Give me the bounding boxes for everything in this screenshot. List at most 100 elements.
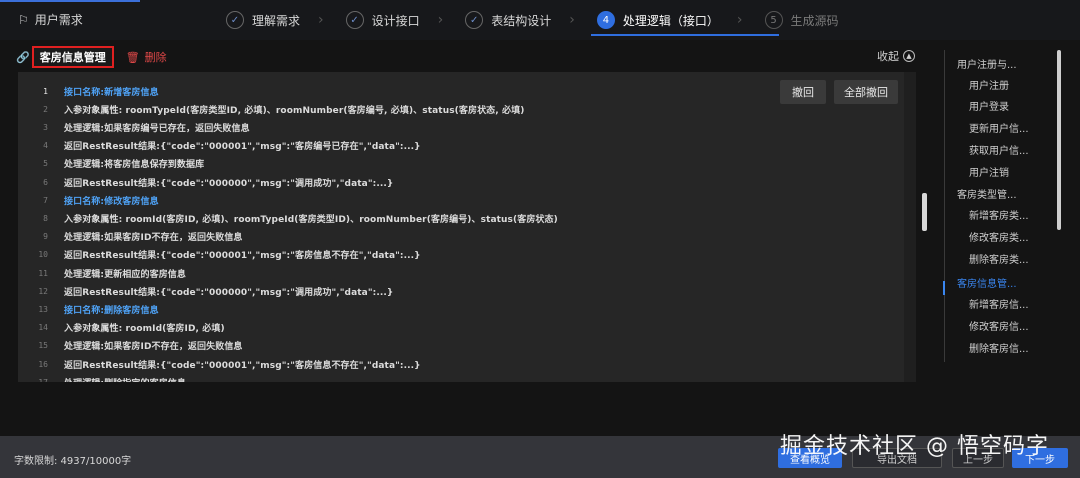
line-number: 2 <box>43 104 48 114</box>
top-accent-line <box>0 0 140 2</box>
code-text: 入参对象属性: roomTypeId(客房类型ID, 必填)、roomNumbe… <box>64 105 525 116</box>
undo-button[interactable]: 撤回 <box>780 80 826 104</box>
nav-item[interactable]: 删除客房类... <box>969 251 1029 266</box>
chevron-right-icon: › <box>437 12 444 28</box>
code-text: 处理逻辑:如果客房编号已存在，返回失败信息 <box>64 123 250 134</box>
code-text: 入参对象属性: roomId(客房ID, 必填)、roomTypeId(客房类型… <box>64 214 558 225</box>
line-number: 15 <box>38 341 48 351</box>
flag-icon: ⚐ <box>18 12 29 27</box>
code-text: 入参对象属性: roomId(客房ID, 必填) <box>64 324 225 335</box>
code-text: 返回RestResult结果:{"code":"000001","msg":"客… <box>64 360 421 371</box>
collapse-button[interactable]: 收起 ▲ <box>877 48 915 64</box>
code-text: 处理逻辑:如果客房ID不存在，返回失败信息 <box>64 342 243 353</box>
code-text: 处理逻辑:将客房信息保存到数据库 <box>64 160 205 171</box>
code-line[interactable]: 10 返回RestResult结果:{"code":"000001","msg":… <box>18 246 916 264</box>
code-line[interactable]: 13 接口名称:删除客房信息 <box>18 300 916 318</box>
line-number: 8 <box>43 213 48 223</box>
outline-nav: 用户注册与... 用户注册用户登录更新用户信... 获取用户信... 用户注销客房类型… <box>944 50 1064 362</box>
line-number: 7 <box>43 195 48 205</box>
step-4[interactable]: 4 处理逻辑（接口） › <box>590 0 779 40</box>
delete-button[interactable]: 🗑 删除 <box>126 49 167 65</box>
code-text: 接口名称:删除客房信息 <box>64 305 159 316</box>
watermark: 掘金技术社区 @ 悟空码字 <box>780 434 1049 459</box>
link-icon: 🔗 <box>16 50 30 64</box>
nav-item[interactable]: 用户注册 <box>969 77 1009 92</box>
step-number: 5 <box>764 11 783 29</box>
app-title: ⚐ 用户需求 <box>18 11 83 28</box>
code-line[interactable]: 12 返回RestResult结果:{"code":"000000","msg":… <box>18 282 916 300</box>
nav-item[interactable]: 用户注销 <box>969 164 1009 179</box>
delete-label: 删除 <box>144 51 167 64</box>
nav-group[interactable]: 客房类型管... <box>957 186 1017 201</box>
step-1[interactable]: ✓ 理解需求 › <box>226 0 346 40</box>
top-bar: ⚐ 用户需求 ✓ 理解需求 › ✓ 设计接口 › ✓ 表结构设计 › 4 处理逻… <box>0 0 1080 40</box>
app-title-text: 用户需求 <box>34 13 83 27</box>
code-line[interactable]: 5 处理逻辑:将客房信息保存到数据库 <box>18 155 916 173</box>
step-2[interactable]: ✓ 设计接口 › <box>345 0 466 40</box>
undo-all-button[interactable]: 全部撤回 <box>834 80 898 104</box>
nav-item[interactable]: 获取用户信... <box>969 142 1029 157</box>
code-text: 返回RestResult结果:{"code":"000001","msg":"客… <box>64 251 421 262</box>
code-line[interactable]: 7 接口名称:修改客房信息 <box>18 191 916 209</box>
code-text: 处理逻辑:删除指定的客房信息 <box>64 376 186 382</box>
step-label: 表结构设计 <box>491 13 552 28</box>
nav-group[interactable]: 客房信息管... <box>957 275 1017 290</box>
chevron-right-icon: › <box>736 12 743 28</box>
check-icon: ✓ <box>465 11 484 29</box>
nav-item[interactable]: 修改客房类... <box>969 229 1029 244</box>
line-number: 14 <box>38 323 48 333</box>
code-line[interactable]: 16 返回RestResult结果:{"code":"000001","msg":… <box>18 355 916 373</box>
step-label: 设计接口 <box>371 13 420 28</box>
logic-editor[interactable]: 1 接口名称:新增客房信息 2 入参对象属性: roomTypeId(客房类型ID, … <box>18 72 916 382</box>
line-number: 3 <box>43 122 48 132</box>
step-label: 生成源码 <box>790 13 839 28</box>
outer-scrollbar-thumb[interactable] <box>922 193 927 231</box>
line-number: 16 <box>38 359 48 369</box>
char-limit: 字数限制: 4937/10000字 <box>14 456 132 467</box>
code-line[interactable]: 15 处理逻辑:如果客房ID不存在，返回失败信息 <box>18 337 916 355</box>
line-number: 4 <box>43 141 48 151</box>
step-label: 理解需求 <box>252 13 301 28</box>
line-number: 10 <box>38 250 48 260</box>
nav-item[interactable]: 更新用户信... <box>969 120 1029 135</box>
line-number: 13 <box>38 304 48 314</box>
line-number: 6 <box>43 177 48 187</box>
code-line[interactable]: 14 入参对象属性: roomId(客房ID, 必填) <box>18 319 916 337</box>
nav-item[interactable]: 删除客房信... <box>969 340 1029 355</box>
code-text: 接口名称:修改客房信息 <box>64 196 159 207</box>
nav-item[interactable]: 修改客房信... <box>969 318 1029 333</box>
code-line[interactable]: 11 处理逻辑:更新相应的客房信息 <box>18 264 916 282</box>
code-text: 返回RestResult结果:{"code":"000001","msg":"客… <box>64 142 421 153</box>
nav-item[interactable]: 新增客房类... <box>969 207 1029 222</box>
trash-icon: 🗑 <box>125 50 140 64</box>
code-text: 返回RestResult结果:{"code":"000000","msg":"调… <box>64 287 394 298</box>
code-line[interactable]: 8 入参对象属性: roomId(客房ID, 必填)、roomTypeId(客房类… <box>18 209 916 227</box>
nav-scrollbar-thumb[interactable] <box>1057 50 1061 230</box>
nav-item[interactable]: 新增客房信... <box>969 296 1029 311</box>
line-number: 12 <box>38 286 48 296</box>
step-3[interactable]: ✓ 表结构设计 › <box>465 0 597 40</box>
active-indicator <box>943 281 945 295</box>
code-line[interactable]: 4 返回RestResult结果:{"code":"000001","msg":"… <box>18 137 916 155</box>
nav-item[interactable]: 用户登录 <box>969 98 1009 113</box>
module-header: 🔗 客房信息管理 🗑 删除 <box>16 46 167 68</box>
code-line[interactable]: 9 处理逻辑:如果客房ID不存在，返回失败信息 <box>18 228 916 246</box>
check-icon: ✓ <box>345 11 364 29</box>
module-title[interactable]: 客房信息管理 <box>31 46 114 68</box>
chevron-right-icon: › <box>318 12 324 28</box>
nav-group[interactable]: 用户注册与... <box>957 56 1017 71</box>
code-text: 处理逻辑:更新相应的客房信息 <box>64 269 186 280</box>
code-text: 处理逻辑:如果客房ID不存在，返回失败信息 <box>64 233 243 244</box>
chevron-up-icon: ▲ <box>903 50 915 62</box>
line-number: 11 <box>38 268 48 278</box>
code-line[interactable]: 6 返回RestResult结果:{"code":"000000","msg":"… <box>18 173 916 191</box>
line-number: 5 <box>43 159 48 169</box>
code-text: 返回RestResult结果:{"code":"000000","msg":"调… <box>64 178 394 189</box>
check-icon: ✓ <box>226 11 244 29</box>
line-number: 9 <box>43 232 48 242</box>
step-5[interactable]: 5 生成源码 <box>764 0 839 40</box>
code-line[interactable]: 17 处理逻辑:删除指定的客房信息 <box>18 373 916 382</box>
code-line[interactable]: 3 处理逻辑:如果客房编号已存在，返回失败信息 <box>18 118 916 136</box>
editor-scrollbar[interactable] <box>904 72 916 382</box>
step-progress: ✓ 理解需求 › ✓ 设计接口 › ✓ 表结构设计 › 4 处理逻辑（接口） ›… <box>226 0 839 40</box>
